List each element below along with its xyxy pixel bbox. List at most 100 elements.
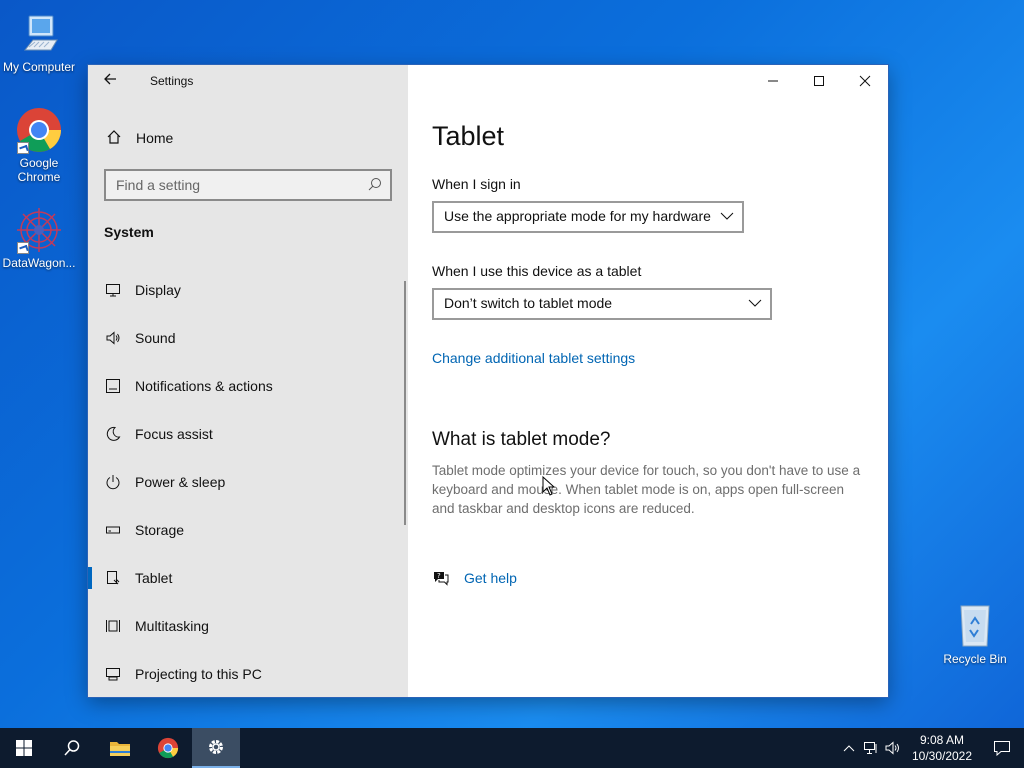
- sidebar-item-notifications[interactable]: Notifications & actions: [88, 362, 404, 410]
- network-icon: [864, 742, 877, 754]
- folder-icon: [110, 742, 130, 756]
- mouse-cursor: [542, 475, 556, 501]
- sidebar-item-label: Focus assist: [135, 426, 213, 442]
- window-title: Settings: [150, 74, 194, 88]
- storage-icon: [103, 520, 123, 540]
- sidebar-item-label: Storage: [135, 522, 185, 538]
- sidebar-item-label: Display: [135, 282, 181, 298]
- close-button[interactable]: [842, 65, 888, 97]
- sidebar-scrollbar[interactable]: [404, 281, 406, 525]
- help-chat-icon: ?: [432, 569, 450, 587]
- page-title: Tablet: [432, 121, 505, 151]
- display-icon: [103, 280, 123, 300]
- settings-taskbar-button[interactable]: [192, 728, 240, 768]
- sign-in-dropdown-value: Use the appropriate mode for my hardware: [444, 208, 711, 224]
- clock-date: 10/30/2022: [911, 749, 973, 763]
- back-button[interactable]: [102, 71, 122, 91]
- sidebar-item-label: Notifications & actions: [135, 378, 273, 394]
- title-bar: Settings: [88, 65, 408, 97]
- clock-time: 9:08 AM: [919, 733, 965, 747]
- what-is-tablet-mode-text: Tablet mode optimizes your device for to…: [432, 463, 861, 516]
- sound-icon: [103, 328, 123, 348]
- recycle-bin-icon: [951, 602, 999, 650]
- system-tray: 9:08 AM 10/30/2022: [838, 728, 1024, 768]
- sidebar-item-label: Tablet: [135, 570, 173, 586]
- chevron-down-icon: [720, 212, 734, 220]
- sidebar-item-label: Power & sleep: [135, 474, 226, 490]
- tablet-use-label: When I use this device as a tablet: [432, 263, 642, 279]
- desktop-icon-recycle-bin[interactable]: Recycle Bin: [936, 602, 1014, 666]
- start-button[interactable]: [0, 728, 48, 768]
- close-icon: [859, 75, 871, 87]
- sidebar-item-sound[interactable]: Sound: [88, 314, 404, 362]
- sign-in-label: When I sign in: [432, 176, 521, 192]
- notifications-icon: [103, 376, 123, 396]
- computer-icon: [15, 10, 63, 58]
- multitasking-icon: [103, 616, 123, 636]
- home-icon: [104, 129, 124, 148]
- tablet-use-dropdown[interactable]: Don’t switch to tablet mode: [432, 288, 772, 320]
- what-is-tablet-mode-heading: What is tablet mode?: [432, 429, 611, 450]
- back-arrow-icon: [104, 73, 116, 85]
- sidebar-item-power-sleep[interactable]: Power & sleep: [88, 458, 404, 506]
- sidebar-item-storage[interactable]: Storage: [88, 506, 404, 554]
- cursor-arrow-icon: [542, 475, 556, 496]
- action-center-button[interactable]: [980, 728, 1024, 768]
- chrome-icon: [157, 737, 179, 759]
- chevron-up-icon: [843, 745, 855, 752]
- nav-home[interactable]: Home: [104, 127, 173, 149]
- sidebar-item-focus-assist[interactable]: Focus assist: [88, 410, 404, 458]
- sidebar-item-projecting[interactable]: Projecting to this PC: [88, 650, 404, 697]
- maximize-icon: [814, 76, 824, 86]
- windows-logo-icon: [16, 740, 32, 756]
- chrome-icon: [15, 106, 63, 154]
- sidebar-item-display[interactable]: Display: [88, 266, 404, 314]
- sidebar-item-label: Multitasking: [135, 618, 209, 634]
- get-help[interactable]: ? Get help: [432, 569, 517, 587]
- tablet-icon: [103, 568, 123, 588]
- get-help-link: Get help: [464, 570, 517, 586]
- show-hidden-icons-button[interactable]: [838, 728, 860, 768]
- sidebar-item-multitasking[interactable]: Multitasking: [88, 602, 404, 650]
- search-input[interactable]: [106, 171, 346, 199]
- moon-icon: [103, 424, 123, 444]
- nav-list: Display Sound Notifications & actions Fo…: [88, 266, 404, 697]
- power-icon: [103, 472, 123, 492]
- sign-in-dropdown[interactable]: Use the appropriate mode for my hardware: [432, 201, 744, 233]
- clock[interactable]: 9:08 AM 10/30/2022: [904, 732, 980, 764]
- maximize-button[interactable]: [796, 65, 842, 97]
- search-icon: [368, 177, 382, 191]
- tablet-use-dropdown-value: Don’t switch to tablet mode: [444, 295, 613, 311]
- desktop-icon-label: Recycle Bin: [943, 652, 1007, 666]
- nav-home-label: Home: [136, 130, 174, 146]
- section-title: System: [104, 224, 154, 240]
- minimize-button[interactable]: [750, 65, 796, 97]
- datawagon-icon: [15, 206, 63, 254]
- desktop-icon-label: My Computer: [2, 60, 76, 74]
- desktop-icon-label: DataWagon...: [2, 256, 76, 270]
- notification-icon: [994, 741, 1010, 756]
- desktop-icon-my-computer[interactable]: My Computer: [0, 10, 78, 74]
- chrome-taskbar-button[interactable]: [144, 728, 192, 768]
- sidebar-item-label: Sound: [135, 330, 176, 346]
- volume-button[interactable]: [882, 728, 904, 768]
- shortcut-arrow-icon: [17, 242, 29, 254]
- volume-icon: [885, 741, 899, 755]
- settings-window: Settings Home System Display Sound: [88, 65, 888, 697]
- settings-sidebar: Settings Home System Display Sound: [88, 65, 408, 697]
- network-button[interactable]: [860, 728, 882, 768]
- gear-icon: [209, 740, 223, 754]
- file-explorer-button[interactable]: [96, 728, 144, 768]
- chevron-down-icon: [748, 299, 762, 307]
- sidebar-item-label: Projecting to this PC: [135, 666, 262, 682]
- sidebar-item-tablet[interactable]: Tablet: [88, 554, 404, 602]
- desktop-icon-google-chrome[interactable]: Google Chrome: [0, 106, 78, 184]
- shortcut-arrow-icon: [17, 142, 29, 154]
- desktop-icon-datawagon[interactable]: DataWagon...: [0, 206, 78, 270]
- search-box[interactable]: [104, 169, 392, 201]
- search-button[interactable]: [48, 728, 96, 768]
- minimize-icon: [768, 80, 778, 82]
- additional-tablet-settings-link[interactable]: Change additional tablet settings: [432, 350, 635, 366]
- projecting-icon: [103, 664, 123, 684]
- svg-text:?: ?: [437, 572, 441, 580]
